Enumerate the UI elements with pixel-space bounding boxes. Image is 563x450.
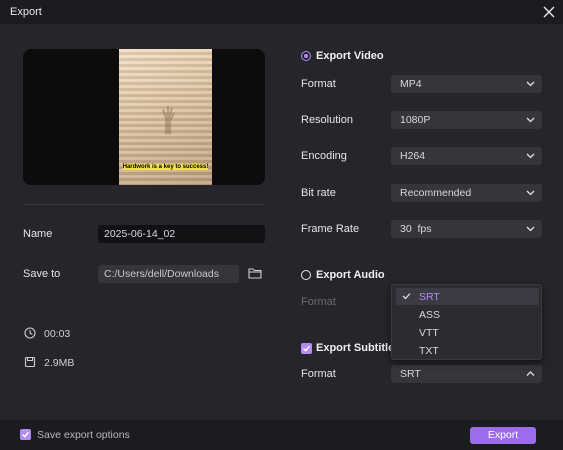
resolution-label: Resolution: [301, 114, 353, 126]
save-export-options-checkbox[interactable]: [20, 429, 31, 440]
export-video-radio[interactable]: [301, 51, 311, 61]
format-select[interactable]: MP4: [391, 75, 542, 93]
subtitle-format-dropdown: SRT ASS VTT TXT: [391, 284, 542, 360]
folder-icon[interactable]: [248, 267, 262, 279]
file-size-value: 2.9MB: [44, 357, 75, 369]
export-subtitles-title: Export Subtitles: [316, 342, 401, 354]
dropdown-option-txt[interactable]: TXT: [396, 342, 539, 359]
save-path-field[interactable]: C:/Users/dell/Downloads: [98, 265, 239, 283]
subtitle-format-select[interactable]: SRT: [391, 365, 542, 383]
frame-rate-label: Frame Rate: [301, 223, 360, 235]
check-icon: [402, 293, 411, 300]
duration-value: 00:03: [44, 328, 71, 340]
save-export-options-label: Save export options: [37, 429, 130, 441]
export-video-title: Export Video: [316, 50, 384, 62]
resolution-select[interactable]: 1080P: [391, 111, 542, 129]
clock-icon: [24, 327, 36, 339]
window-title: Export: [10, 6, 42, 18]
chevron-up-icon: [526, 371, 535, 376]
chevron-down-icon: [526, 190, 535, 196]
dropdown-option-vtt[interactable]: VTT: [396, 324, 539, 341]
hand-silhouette-icon: [162, 106, 175, 134]
check-icon: [303, 345, 311, 352]
divider: [23, 204, 265, 205]
title-bar: Export: [0, 0, 563, 24]
export-subtitles-checkbox[interactable]: [301, 343, 312, 354]
subtitle-format-label: Format: [301, 368, 336, 380]
close-icon[interactable]: [541, 4, 557, 20]
dropdown-option-ass[interactable]: ASS: [396, 306, 539, 323]
name-label: Name: [23, 228, 53, 240]
preview-thumbnail: Hardwork is a key to success!: [119, 49, 212, 185]
export-audio-radio[interactable]: [301, 270, 311, 280]
preview-caption: Hardwork is a key to success!: [122, 164, 209, 170]
file-size-icon: [24, 356, 36, 368]
bit-rate-select[interactable]: Recommended: [391, 184, 542, 202]
encoding-select[interactable]: H264: [391, 147, 542, 165]
audio-format-label: Format: [301, 296, 336, 308]
save-to-label: Save to: [23, 268, 61, 280]
frame-rate-select[interactable]: 30 fps: [391, 220, 542, 238]
encoding-label: Encoding: [301, 150, 347, 162]
name-field[interactable]: 2025-06-14_02: [98, 225, 265, 243]
chevron-down-icon: [526, 81, 535, 87]
chevron-down-icon: [526, 153, 535, 159]
export-audio-title: Export Audio: [316, 269, 385, 281]
check-icon: [22, 431, 30, 438]
chevron-down-icon: [526, 117, 535, 123]
format-label: Format: [301, 78, 336, 90]
video-preview: Hardwork is a key to success!: [23, 49, 265, 185]
chevron-down-icon: [526, 226, 535, 232]
bit-rate-label: Bit rate: [301, 187, 336, 199]
export-button[interactable]: Export: [470, 427, 536, 444]
dropdown-option-srt[interactable]: SRT: [396, 288, 539, 305]
